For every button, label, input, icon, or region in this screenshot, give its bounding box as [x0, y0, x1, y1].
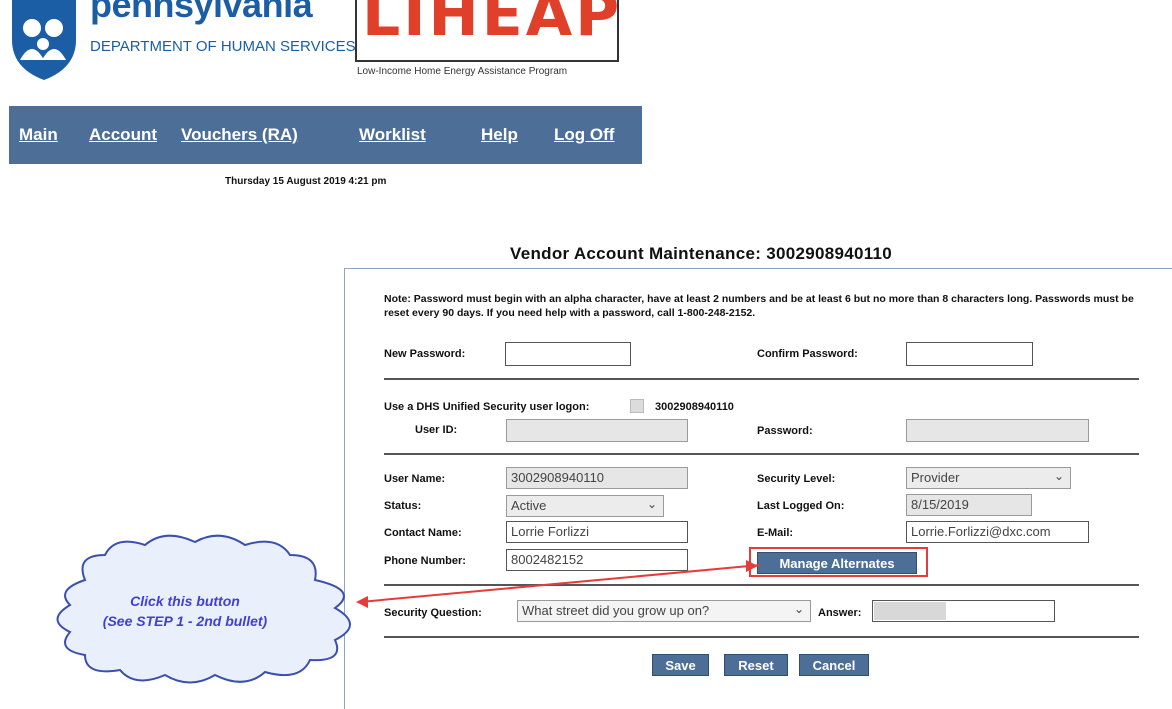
- annotation-overlay: [56, 534, 761, 684]
- callout-line-1: Click this button: [130, 593, 240, 609]
- callout-arrow-line: [359, 564, 761, 603]
- callout-text: Click this button (See STEP 1 - 2nd bull…: [80, 591, 290, 631]
- callout-arrowhead-left: [356, 596, 368, 608]
- callout-line-2: (See STEP 1 - 2nd bullet): [102, 613, 268, 629]
- callout-arrowhead-right: [746, 560, 758, 572]
